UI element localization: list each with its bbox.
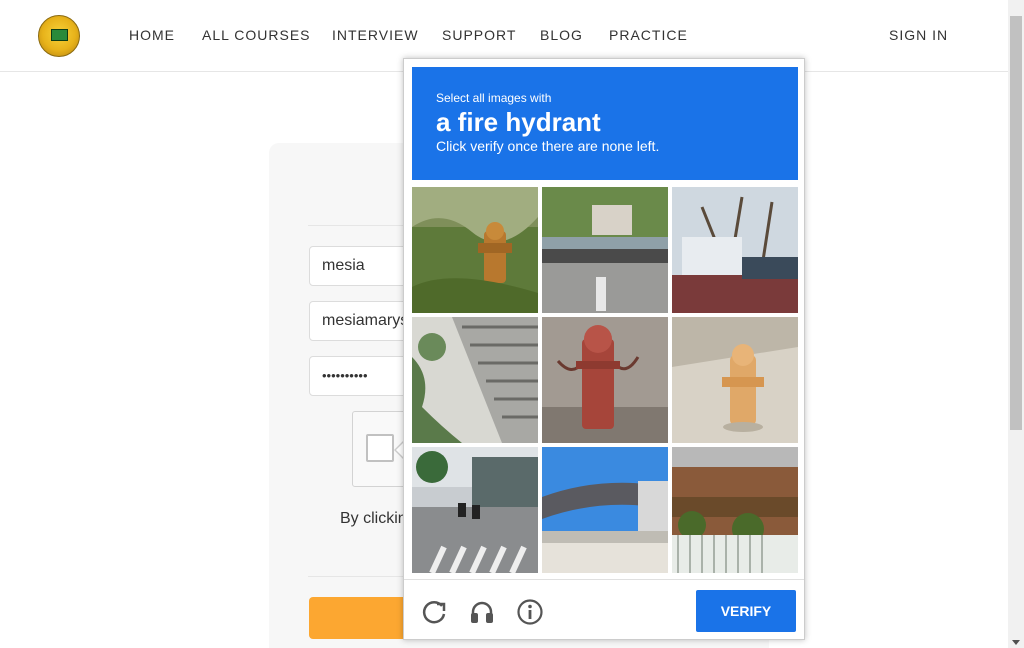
captcha-tile-building-fence[interactable] xyxy=(672,447,798,573)
prompt-object: a fire hydrant xyxy=(436,107,601,137)
captcha-tile-stairs-plants[interactable] xyxy=(412,317,538,443)
nav-all-courses[interactable]: ALL COURSES xyxy=(202,27,311,43)
terms-text: By clickin xyxy=(340,510,407,527)
prompt-instructions: Click verify once there are none left. xyxy=(436,138,660,154)
recaptcha-checkbox[interactable] xyxy=(366,434,394,462)
nav-interview[interactable]: INTERVIEW xyxy=(332,27,419,43)
captcha-footer: VERIFY xyxy=(404,579,804,639)
nav-sign-in[interactable]: SIGN IN xyxy=(889,27,948,43)
scrollbar-thumb[interactable] xyxy=(1010,16,1022,430)
captcha-image-grid xyxy=(412,187,798,573)
captcha-tile-overpass[interactable] xyxy=(542,447,668,573)
nav-blog[interactable]: BLOG xyxy=(540,27,583,43)
page-scrollbar[interactable] xyxy=(1008,0,1024,648)
site-logo[interactable] xyxy=(38,15,80,57)
prompt-line: Select all images with xyxy=(436,91,552,105)
nav-home[interactable]: HOME xyxy=(129,27,175,43)
page: HOME ALL COURSES INTERVIEW SUPPORT BLOG … xyxy=(0,0,1024,648)
reload-icon[interactable] xyxy=(420,598,448,626)
audio-icon[interactable] xyxy=(468,598,496,626)
verify-button[interactable]: VERIFY xyxy=(696,590,796,632)
captcha-tile-yellow-hydrant[interactable] xyxy=(672,317,798,443)
captcha-prompt: Select all images with a fire hydrant Cl… xyxy=(412,67,798,180)
captcha-tile-hydrant-in-grass[interactable] xyxy=(412,187,538,313)
captcha-challenge: Select all images with a fire hydrant Cl… xyxy=(403,58,805,640)
captcha-tile-house-trees[interactable] xyxy=(672,187,798,313)
info-icon[interactable] xyxy=(516,598,544,626)
captcha-tile-street-scooters[interactable] xyxy=(412,447,538,573)
captcha-tile-red-hydrant[interactable] xyxy=(542,317,668,443)
captcha-tile-bridge-road[interactable] xyxy=(542,187,668,313)
nav-support[interactable]: SUPPORT xyxy=(442,27,516,43)
scroll-down-arrow-icon[interactable] xyxy=(1012,640,1020,645)
nav-practice[interactable]: PRACTICE xyxy=(609,27,688,43)
